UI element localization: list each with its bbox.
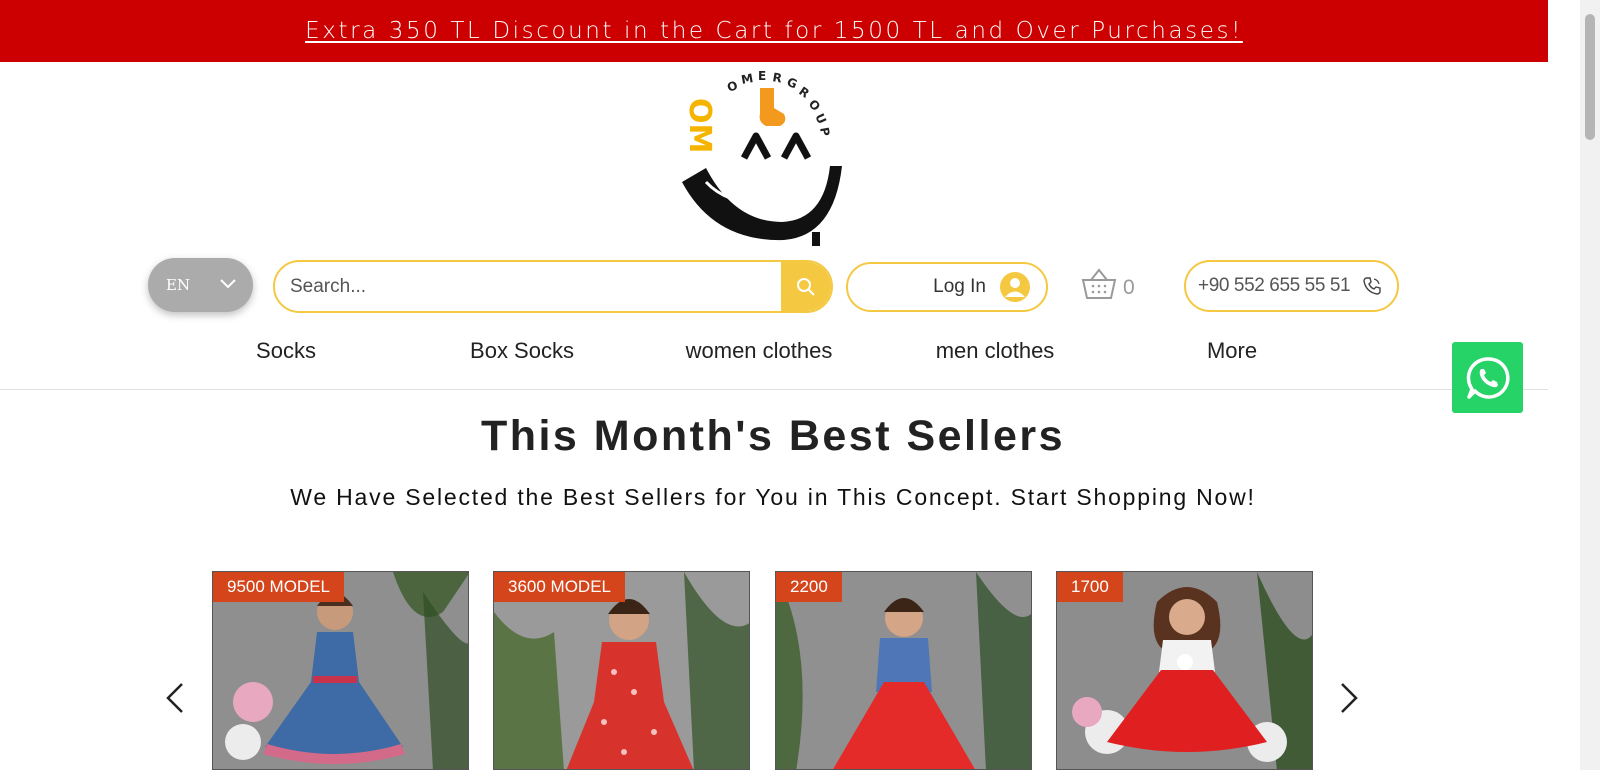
search-button[interactable]	[781, 262, 831, 311]
whatsapp-button[interactable]	[1452, 342, 1523, 413]
svg-text:R: R	[796, 84, 812, 101]
language-label: EN	[166, 276, 191, 294]
nav-item-box-socks[interactable]: Box Socks	[470, 338, 574, 364]
language-selector[interactable]: EN	[148, 258, 253, 312]
whatsapp-icon	[1466, 356, 1510, 399]
cart-button[interactable]: 0	[1081, 268, 1135, 300]
product-badge: 3600 MODEL	[494, 572, 625, 602]
chevron-left-icon[interactable]	[164, 682, 186, 714]
scrollbar-thumb[interactable]	[1585, 14, 1595, 140]
svg-text:P: P	[817, 126, 832, 137]
chevron-right-icon[interactable]	[1338, 682, 1360, 714]
logo-graphic: O M E R G R O U P OM	[682, 69, 842, 246]
svg-text:O: O	[725, 78, 739, 95]
chevron-down-icon	[220, 279, 236, 289]
nav-item-socks[interactable]: Socks	[256, 338, 316, 364]
svg-text:R: R	[771, 70, 783, 85]
phone-number: +90 552 655 55 51	[1198, 275, 1351, 296]
brand-logo[interactable]: O M E R G R O U P OM	[674, 69, 846, 252]
product-card[interactable]: 9500 MODEL	[212, 571, 469, 770]
cart-count: 0	[1123, 276, 1135, 299]
section-subtitle: We Have Selected the Best Sellers for Yo…	[290, 484, 1256, 510]
svg-text:G: G	[785, 75, 799, 92]
phone-button[interactable]: +90 552 655 55 51	[1184, 260, 1399, 312]
login-button[interactable]: Log In	[846, 262, 1048, 312]
product-card[interactable]: 3600 MODEL	[493, 571, 750, 770]
section-title: This Month's Best Sellers	[480, 412, 1066, 460]
nav-item-men-clothes[interactable]: men clothes	[936, 338, 1055, 364]
product-badge: 1700	[1057, 572, 1123, 602]
page-scrollbar[interactable]	[1580, 0, 1600, 770]
phone-icon	[1363, 277, 1381, 295]
nav-item-women-clothes[interactable]: women clothes	[686, 338, 833, 364]
svg-text:U: U	[812, 111, 829, 126]
svg-text:OM: OM	[682, 98, 717, 153]
svg-text:E: E	[758, 70, 766, 83]
search-icon	[797, 277, 815, 296]
svg-text:O: O	[806, 97, 823, 114]
search-input[interactable]	[275, 262, 781, 311]
search-bar	[273, 260, 833, 313]
nav-item-more[interactable]: More	[1207, 338, 1257, 364]
product-badge: 9500 MODEL	[213, 572, 344, 602]
login-label: Log In	[933, 276, 986, 297]
user-avatar-icon	[1000, 272, 1030, 302]
promo-link[interactable]: Extra 350 TL Discount in the Cart for 15…	[305, 18, 1243, 44]
product-card[interactable]: 1700	[1056, 571, 1313, 770]
product-badge: 2200	[776, 572, 842, 602]
svg-text:M: M	[740, 71, 754, 87]
cart-icon	[1081, 268, 1117, 299]
header-divider	[0, 389, 1548, 390]
promo-banner: Extra 350 TL Discount in the Cart for 15…	[0, 0, 1548, 62]
product-card[interactable]: 2200	[775, 571, 1032, 770]
main-nav: Socks Box Socks women clothes men clothe…	[0, 338, 1548, 364]
